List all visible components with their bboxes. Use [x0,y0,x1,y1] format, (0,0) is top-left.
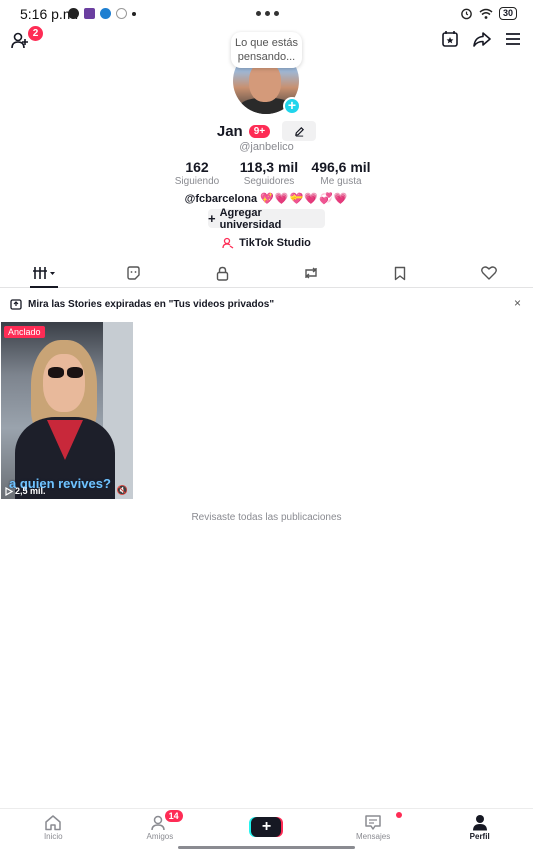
nav-label: Inicio [43,832,63,841]
stat-label: Me gusta [320,176,362,187]
views-count: 2,5 mil. [15,486,46,496]
videos-grid-icon [33,267,56,279]
tab-favorites[interactable] [355,259,444,287]
share-icon[interactable] [473,30,491,48]
studio-icon [222,237,234,249]
tab-videos[interactable] [0,259,89,287]
edit-profile-button[interactable] [282,121,317,141]
heart-icon [480,266,497,280]
tab-private[interactable] [178,259,267,287]
studio-label: TikTok Studio [239,237,311,249]
play-icon [5,486,13,496]
pencil-icon [294,126,304,137]
profile-stats: 162 Siguiendo 118,3 mil Seguidores 496,6… [162,159,376,189]
end-of-posts-text: Revisaste todas las publicaciones [191,512,342,523]
messenger-icon [68,8,79,19]
profile-handle: @janbelico [239,141,294,153]
more-notifications-dot [132,11,136,16]
status-app-icons [68,8,136,19]
stat-value: 496,6 mil [311,159,371,175]
twitch-icon [84,8,95,19]
edge-icon [100,8,111,19]
tiktok-studio-link[interactable]: TikTok Studio [0,237,533,249]
friend-requests-badge: 2 [28,26,43,41]
sunglasses-right [67,367,83,378]
nav-profile[interactable]: Perfil [426,809,533,853]
home-icon [45,815,62,831]
add-story-button[interactable]: + [283,97,301,115]
battery-indicator: 30 [498,7,517,20]
video-thumbnail[interactable]: Anclado a quien revives? 2,5 mil. 🔇 [1,322,133,499]
close-icon[interactable]: × [514,296,521,310]
add-university-button[interactable]: + Agregar universidad [208,206,325,231]
home-indicator[interactable] [178,846,355,849]
add-friends-button[interactable]: 2 [10,26,43,52]
stat-likes[interactable]: 496,6 mil Me gusta [306,159,376,189]
lock-icon [216,266,228,281]
wifi-icon [479,8,493,19]
nav-label: Amigos [146,832,174,841]
nav-home[interactable]: Inicio [0,809,107,853]
friends-badge: 14 [164,810,183,822]
expired-stories-notice[interactable]: Mira las Stories expiradas en "Tus video… [10,296,523,312]
add-user-icon [11,32,28,49]
tab-reposts[interactable] [266,259,355,287]
top-bar-actions [441,30,521,48]
tab-liked[interactable] [444,259,533,287]
nav-label: Mensajes [355,832,391,841]
profile-name[interactable]: Jan [217,123,243,140]
profile-tabs [0,259,533,288]
profile-bio: @fcbarcelona 💖💗💝💗💞💗 [0,192,533,205]
name-badge[interactable]: 9+ [248,124,271,138]
name-row: Jan 9+ [0,121,533,141]
tab-stickers[interactable] [89,259,178,287]
plus-icon: + [208,211,216,226]
status-right: 30 [460,7,517,20]
stat-label: Seguidores [243,176,295,187]
create-icon: + [251,817,282,837]
sunglasses-left [48,367,64,378]
window-options-dots[interactable] [256,11,279,16]
tiktok-icon [116,8,127,19]
stat-followers[interactable]: 118,3 mil Seguidores [234,159,304,189]
bio-mention[interactable]: @fcbarcelona [185,193,257,205]
video-views: 2,5 mil. [5,486,46,496]
nav-label: Perfil [469,832,490,841]
stat-value: 118,3 mil [239,159,299,175]
repost-icon [305,267,317,279]
add-university-label: Agregar universidad [219,206,282,231]
menu-icon[interactable] [505,32,521,46]
alarm-icon [461,8,472,20]
pinned-badge: Anclado [4,326,45,338]
profile-icon [472,815,487,831]
thought-bubble[interactable]: Lo que estás pensando... [231,32,302,68]
status-bar: 5:16 p.m. 30 [0,0,533,28]
inbox-icon [365,815,381,830]
stat-label: Siguiendo [174,176,220,187]
bookmark-icon [394,266,405,280]
notice-text: Mira las Stories expiradas en "Tus video… [28,298,275,310]
story-archive-icon [10,299,22,310]
mute-icon[interactable]: 🔇 [117,485,128,496]
stat-following[interactable]: 162 Siguiendo [162,159,232,189]
stickers-icon [127,265,140,280]
inbox-notification-dot [395,812,402,818]
creator-calendar-icon[interactable] [441,30,459,48]
bio-emojis: 💖💗💝💗💞💗 [260,193,349,205]
video-person-face [43,354,85,412]
avatar-face [249,62,281,102]
stat-value: 162 [185,159,209,175]
